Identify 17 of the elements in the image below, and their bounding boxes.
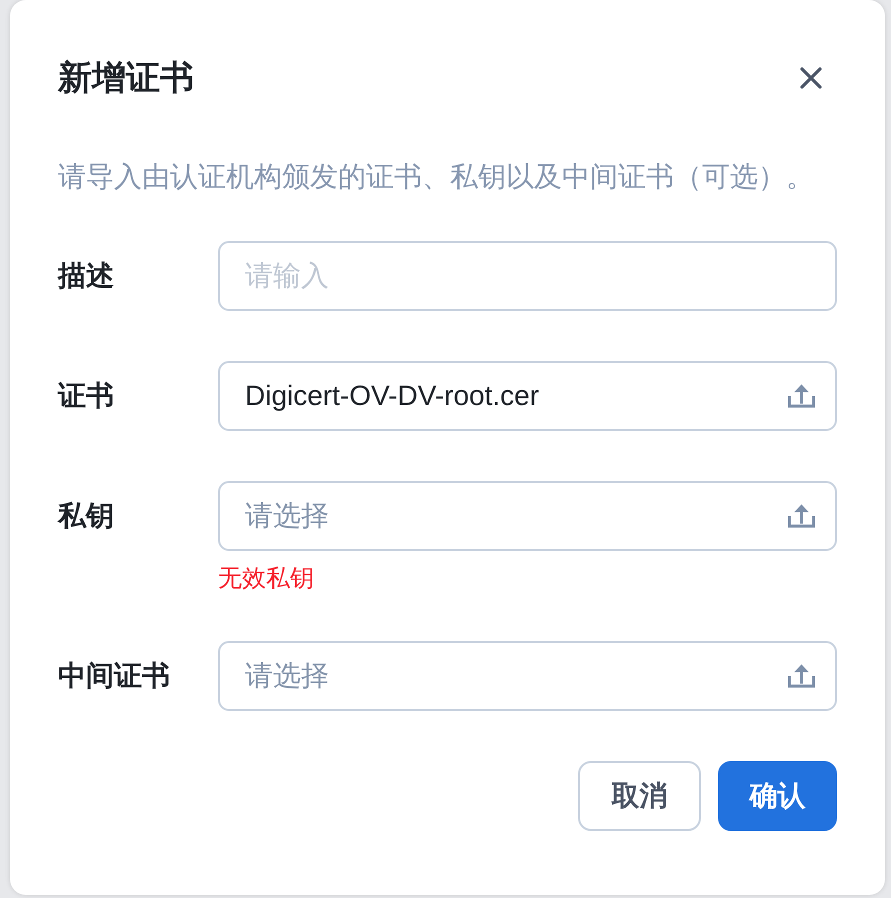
field-label: 证书 <box>58 379 115 413</box>
file-upload-field[interactable]: 请选择 <box>218 641 837 711</box>
field-label: 描述 <box>58 259 115 293</box>
dialog-title: 新增证书 <box>58 58 194 98</box>
upload-icon <box>788 384 815 408</box>
field-label: 私钥 <box>58 499 115 533</box>
cancel-button[interactable]: 取消 <box>578 761 701 831</box>
file-upload-field[interactable]: 请选择 <box>218 481 837 551</box>
upload-icon <box>788 504 815 528</box>
confirm-button[interactable]: 确认 <box>718 761 837 831</box>
close-icon <box>799 66 823 90</box>
field-label: 中间证书 <box>58 659 171 693</box>
close-button[interactable] <box>799 66 823 90</box>
file-upload-field[interactable]: Digicert-OV-DV-root.cer <box>218 361 837 431</box>
upload-icon <box>788 664 815 688</box>
dialog-description: 请导入由认证机构颁发的证书、私钥以及中间证书（可选）。 <box>58 160 815 194</box>
error-message: 无效私钥 <box>218 565 314 593</box>
